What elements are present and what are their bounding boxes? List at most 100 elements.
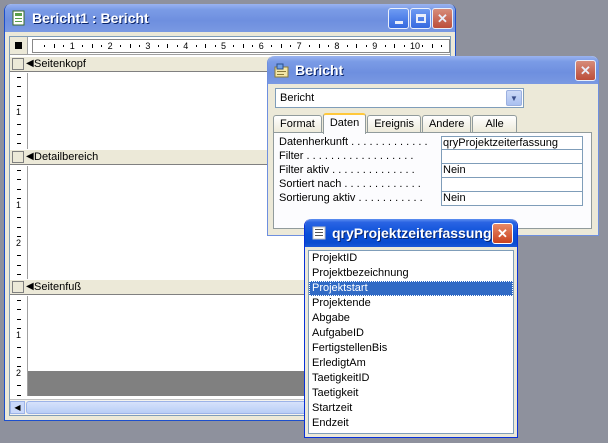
ruler-tick (242, 44, 244, 48)
field-list-item[interactable]: ErledigtAm (309, 356, 513, 371)
close-button[interactable]: ✕ (432, 8, 453, 29)
ruler-tick (441, 45, 443, 47)
field-list[interactable]: ProjektID Projektbezeichnung Projektstart P… (308, 250, 514, 434)
ruler-tick (17, 86, 21, 88)
maximize-icon (415, 14, 426, 23)
field-list-item[interactable]: Startzeit (309, 401, 513, 416)
ruler-tick (82, 45, 84, 47)
ruler-tick (17, 318, 21, 320)
close-icon: ✕ (580, 62, 591, 78)
tab-format[interactable]: Format (273, 115, 322, 133)
field-list-close-button[interactable]: ✕ (492, 223, 513, 244)
report-icon (12, 10, 25, 26)
ruler-tick (431, 44, 433, 48)
chevron-down-icon[interactable]: ▼ (506, 90, 522, 106)
property-value-datenherkunft[interactable]: qryProjektzeiterfassung (441, 136, 583, 150)
select-report-button[interactable] (10, 37, 28, 55)
field-list-item[interactable]: FertigstellenBis (309, 341, 513, 356)
ruler-tick (356, 44, 358, 48)
tab-andere[interactable]: Andere (421, 115, 472, 133)
section-label-header: Seitenkopf (34, 58, 86, 70)
ruler-number: 8 (334, 41, 340, 51)
object-select-value: Bericht (280, 92, 315, 104)
section-arrow-icon: ◀ (26, 281, 34, 292)
ruler-tick (205, 44, 207, 48)
property-row: Sortiert nach . . . . . . . . . . . . . (279, 178, 583, 192)
property-row: Datenherkunft . . . . . . . . . . . . . … (279, 136, 583, 150)
field-list-item[interactable]: AufgabeID (309, 326, 513, 341)
ruler-tick (17, 77, 21, 78)
field-list-item[interactable]: Endzeit (309, 416, 513, 431)
ruler-tick (167, 44, 169, 48)
ruler-tick (309, 45, 311, 47)
ruler-tick (327, 45, 329, 47)
ruler-tick (252, 45, 254, 47)
ruler-number: 4 (183, 41, 189, 51)
ruler-tick (138, 45, 140, 47)
scroll-left-icon[interactable]: ◀ (10, 401, 25, 414)
ruler-number: 5 (221, 41, 227, 51)
tab-ereignis[interactable]: Ereignis (367, 115, 421, 133)
object-select[interactable]: Bericht ▼ (275, 88, 524, 108)
properties-titlebar[interactable]: Bericht ✕ (268, 56, 598, 84)
report-titlebar[interactable]: Bericht1 : Bericht ✕ (5, 4, 455, 32)
property-row: Sortierung aktiv . . . . . . . . . . . N… (279, 192, 583, 206)
property-value-sortiert-nach[interactable] (441, 178, 583, 192)
field-list-item[interactable]: ProjektID (309, 251, 513, 266)
ruler-tick (17, 273, 21, 275)
field-list-item[interactable]: Projektstart (309, 281, 513, 296)
property-row: Filter . . . . . . . . . . . . . . . . .… (279, 150, 583, 164)
ruler-tick (17, 255, 21, 257)
properties-window: Bericht ✕ Bericht ▼ Format Daten Ereigni… (267, 56, 599, 236)
minimize-button[interactable] (388, 8, 409, 29)
property-label-filter-aktiv: Filter aktiv . . . . . . . . . . . . . . (279, 164, 415, 176)
property-value-sortierung-aktiv[interactable]: Nein (441, 192, 583, 206)
field-list-window: qryProjektzeiterfassung ✕ ProjektID Proje… (304, 219, 518, 438)
properties-icon (274, 63, 289, 78)
maximize-button[interactable] (410, 8, 431, 29)
close-icon: ✕ (497, 225, 508, 241)
section-arrow-icon: ◀ (26, 58, 34, 69)
ruler-number: 10 (410, 41, 421, 51)
property-row: Filter aktiv . . . . . . . . . . . . . .… (279, 164, 583, 178)
field-list-item[interactable]: Projektende (309, 296, 513, 311)
section-handle-icon[interactable] (12, 151, 24, 163)
field-list-item[interactable]: Abgabe (309, 311, 513, 326)
ruler-number: 1 (69, 41, 75, 51)
ruler-tick (17, 300, 21, 301)
vertical-ruler-number: 1 (16, 200, 22, 210)
ruler-tick (214, 45, 216, 47)
tab-daten[interactable]: Daten (322, 113, 367, 134)
vertical-ruler-number: 1 (16, 107, 22, 117)
ruler-tick (394, 44, 396, 48)
vertical-ruler-header: 1 (10, 73, 28, 149)
ruler-tick (17, 95, 21, 97)
ruler-tick (91, 44, 93, 48)
horizontal-ruler: 1 2 3 4 5 6 7 8 9 10 (28, 37, 450, 55)
field-list-titlebar[interactable]: qryProjektzeiterfassung ✕ (305, 219, 517, 247)
field-list-item[interactable]: Projektbezeichnung (309, 266, 513, 281)
property-label-sortiert-nach: Sortiert nach . . . . . . . . . . . . . (279, 178, 421, 190)
section-label-footer: Seitenfuß (34, 281, 82, 293)
properties-close-button[interactable]: ✕ (575, 60, 596, 81)
ruler-tick (17, 170, 21, 171)
field-list-item[interactable]: Taetigkeit (309, 386, 513, 401)
section-handle-icon[interactable] (12, 281, 24, 293)
tab-alle[interactable]: Alle (472, 115, 517, 133)
ruler-tick (44, 45, 46, 47)
report-window-title: Bericht1 : Bericht (32, 10, 149, 26)
ruler-tick (233, 45, 235, 47)
property-value-filter-aktiv[interactable]: Nein (441, 164, 583, 178)
ruler-tick (17, 133, 21, 135)
section-handle-icon[interactable] (12, 58, 24, 70)
ruler-tick (17, 347, 21, 349)
ruler-tick (422, 45, 424, 47)
ruler-tick (17, 385, 21, 387)
ruler-tick (271, 45, 273, 47)
ruler-tick (365, 45, 367, 47)
ruler-tick (17, 226, 21, 228)
property-value-filter[interactable] (441, 150, 583, 164)
ruler-tick (17, 143, 21, 145)
ruler-tick (384, 45, 386, 47)
field-list-item[interactable]: TaetigkeitID (309, 371, 513, 386)
